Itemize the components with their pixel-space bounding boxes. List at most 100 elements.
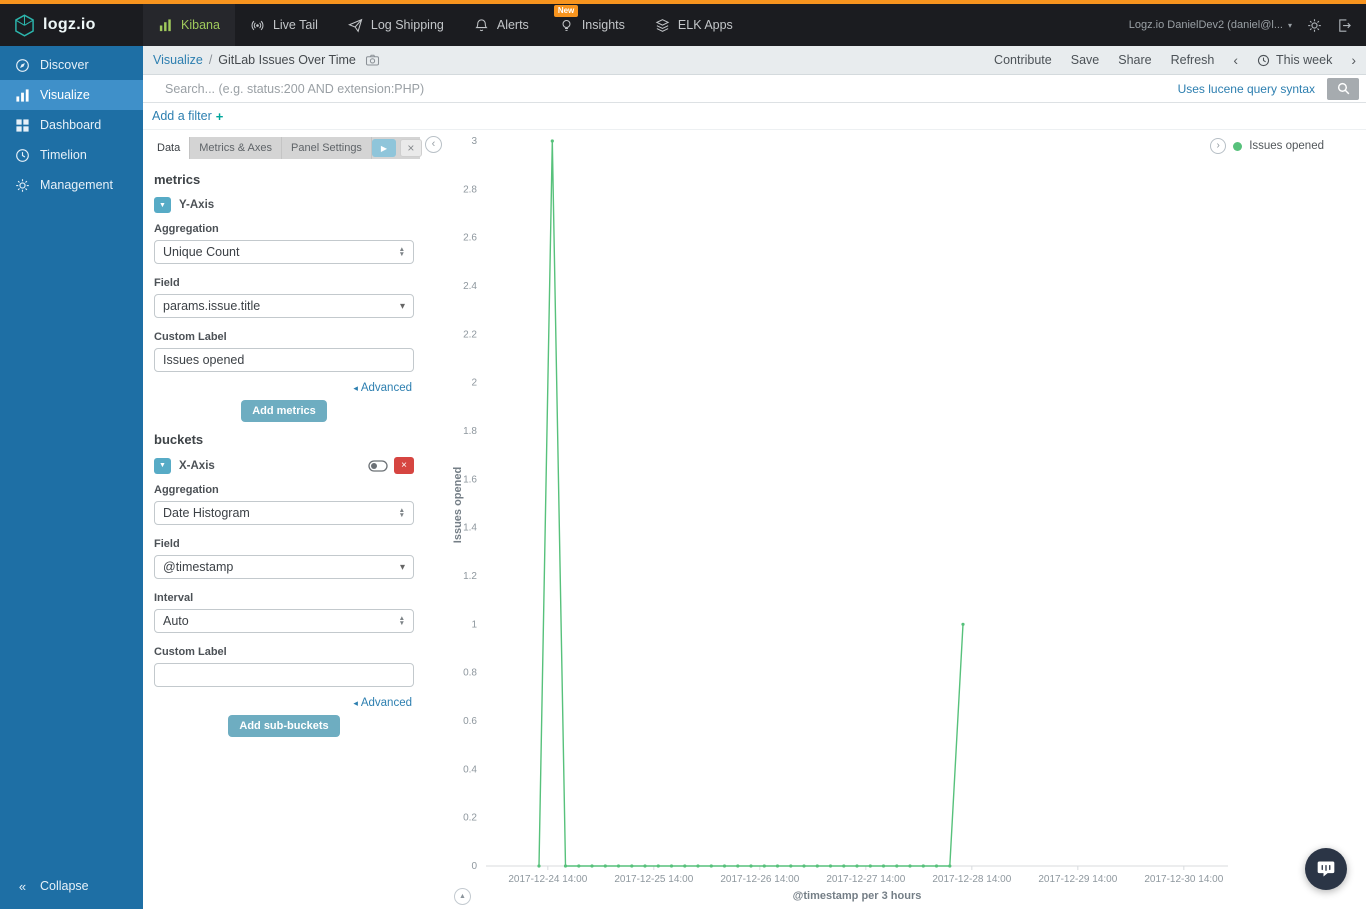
svg-text:2017-12-29 14:00: 2017-12-29 14:00 (1038, 874, 1117, 885)
legend-toggle-button[interactable]: › (1210, 138, 1227, 154)
lucene-syntax-link[interactable]: Uses lucene query syntax (1178, 82, 1315, 96)
remove-bucket-button[interactable]: × (394, 457, 414, 474)
timepicker-button[interactable]: This week (1257, 53, 1332, 67)
save-button[interactable]: Save (1071, 53, 1100, 67)
topnav-log-shipping-label: Log Shipping (370, 18, 444, 32)
sign-out-icon[interactable] (1337, 18, 1352, 33)
svg-text:2017-12-27 14:00: 2017-12-27 14:00 (826, 874, 905, 885)
x-custom-label-input[interactable] (154, 663, 414, 687)
chevron-down-icon: ▾ (399, 300, 405, 312)
query-bar: Uses lucene query syntax (143, 75, 1366, 103)
svg-text:3: 3 (471, 136, 477, 147)
y-custom-label-label: Custom Label (154, 331, 227, 343)
chart-area: 3 2.8 2.6 2.4 2.2 2 1.8 1.6 1.4 1.2 1 0.8 0.6 0.4 0.2 0… (440, 133, 1366, 909)
topnav-log-shipping[interactable]: Log Shipping (333, 4, 459, 46)
svg-text:2017-12-28 14:00: 2017-12-28 14:00 (932, 874, 1011, 885)
svg-text:2.2: 2.2 (463, 329, 477, 340)
svg-text:0.6: 0.6 (463, 716, 477, 727)
legend-series-label[interactable]: Issues opened (1249, 140, 1324, 152)
time-back-button[interactable]: ‹ (1233, 53, 1238, 67)
chart-legend: › Issues opened (1210, 138, 1324, 154)
sidebar-item-discover[interactable]: Discover (0, 50, 143, 80)
svg-text:2017-12-30 14:00: 2017-12-30 14:00 (1144, 874, 1223, 885)
add-sub-buckets-button[interactable]: Add sub-buckets (228, 715, 340, 737)
apply-changes-button[interactable]: ▶ (371, 139, 396, 157)
x-aggregation-select[interactable]: Date Histogram ▲ ▼ (154, 501, 414, 525)
filter-bar: Add a filter + (143, 103, 1366, 130)
settings-gear-icon[interactable] (1307, 18, 1322, 33)
spy-panel-toggle-button[interactable]: ▲ (454, 888, 471, 905)
x-axis-collapse-button[interactable]: ▼ (154, 457, 171, 474)
x-field-select[interactable]: @timestamp ▾ (154, 555, 414, 579)
topnav-kibana[interactable]: Kibana (143, 4, 235, 46)
select-updown-icon: ▲ ▼ (398, 615, 405, 627)
sidebar-collapse-button[interactable]: « Collapse (0, 871, 143, 901)
logzio-logo-icon (15, 13, 34, 37)
sidebar-item-management[interactable]: Management (0, 170, 143, 200)
y-aggregation-select[interactable]: Unique Count ▲ ▼ (154, 240, 414, 264)
topnav-elk-apps[interactable]: ELK Apps (640, 4, 748, 46)
refresh-button[interactable]: Refresh (1171, 53, 1215, 67)
buckets-advanced-toggle[interactable]: ◂ Advanced (154, 697, 412, 709)
svg-text:2017-12-25 14:00: 2017-12-25 14:00 (614, 874, 693, 885)
tab-metrics-axes[interactable]: Metrics & Axes (190, 137, 282, 159)
tab-panel-settings[interactable]: Panel Settings (282, 137, 372, 159)
triangle-left-icon: ◂ (353, 382, 358, 393)
elk-apps-icon (655, 18, 670, 32)
topnav-alerts[interactable]: Alerts (459, 4, 544, 46)
logzio-logo[interactable]: logz.io (0, 4, 143, 46)
add-metrics-button[interactable]: Add metrics (241, 400, 327, 422)
share-button[interactable]: Share (1118, 53, 1151, 67)
sidebar-item-dashboard[interactable]: Dashboard (0, 110, 143, 140)
compass-icon (16, 58, 29, 72)
x-aggregation-label: Aggregation (154, 484, 219, 496)
metrics-advanced-toggle[interactable]: ◂ Advanced (154, 382, 412, 394)
y-field-select[interactable]: params.issue.title ▾ (154, 294, 414, 318)
discard-changes-button[interactable]: × (399, 139, 422, 157)
x-aggregation-value: Date Histogram (163, 506, 250, 520)
svg-text:1: 1 (471, 619, 477, 630)
advanced-label: Advanced (360, 382, 412, 394)
add-filter-link[interactable]: Add a filter (152, 109, 212, 123)
gear-icon (16, 178, 29, 192)
chat-launcher-button[interactable] (1305, 848, 1347, 890)
breadcrumb-visualize-link[interactable]: Visualize (153, 53, 203, 67)
contribute-button[interactable]: Contribute (994, 53, 1052, 67)
y-aggregation-value: Unique Count (163, 245, 240, 259)
snapshot-camera-icon[interactable] (365, 54, 380, 66)
topnav-alerts-label: Alerts (496, 18, 529, 32)
y-axis-row: ▼ Y-Axis (154, 197, 414, 213)
chevron-down-icon: ▾ (399, 561, 405, 573)
clock-icon (16, 148, 29, 162)
disable-bucket-toggle[interactable] (367, 459, 389, 473)
time-forward-button[interactable]: › (1351, 53, 1356, 67)
svg-text:2: 2 (471, 378, 477, 389)
search-input[interactable] (163, 80, 1178, 97)
y-custom-label-input[interactable] (154, 348, 414, 372)
alerts-icon (475, 18, 488, 31)
sidebar-item-label: Management (40, 178, 113, 192)
sidebar-item-label: Timelion (40, 148, 87, 162)
sidebar-item-visualize[interactable]: Visualize (0, 80, 143, 110)
topnav-live-tail[interactable]: Live Tail (235, 4, 333, 46)
svg-text:1.8: 1.8 (463, 426, 477, 437)
kibana-icon (159, 18, 171, 31)
editor-tab-bar: Data Metrics & Axes Panel Settings ▶ × (148, 137, 422, 159)
add-filter-plus-icon[interactable]: + (216, 109, 224, 124)
svg-text:2.8: 2.8 (463, 184, 477, 195)
account-menu[interactable]: Logz.io DanielDev2 (daniel@l... ▾ (1129, 19, 1292, 31)
search-button[interactable] (1327, 77, 1359, 100)
topnav-insights[interactable]: New Insights (544, 4, 640, 46)
legend-series-dot[interactable] (1233, 141, 1243, 151)
breadcrumb: Visualize / GitLab Issues Over Time (153, 53, 380, 67)
y-axis-collapse-button[interactable]: ▼ (154, 197, 171, 213)
interval-select[interactable]: Auto ▲ ▼ (154, 609, 414, 633)
sidebar-item-timelion[interactable]: Timelion (0, 140, 143, 170)
topnav-kibana-label: Kibana (181, 18, 220, 32)
tab-data[interactable]: Data (148, 137, 191, 159)
line-chart[interactable]: 3 2.8 2.6 2.4 2.2 2 1.8 1.6 1.4 1.2 1 0.8 0.6 0.4 0.2 0… (440, 133, 1366, 909)
topbar-right: Logz.io DanielDev2 (daniel@l... ▾ (1129, 4, 1366, 46)
breadcrumb-toolbar: Visualize / GitLab Issues Over Time Cont… (143, 46, 1366, 75)
x-axis-controls: × (367, 457, 414, 474)
interval-value: Auto (163, 614, 189, 628)
